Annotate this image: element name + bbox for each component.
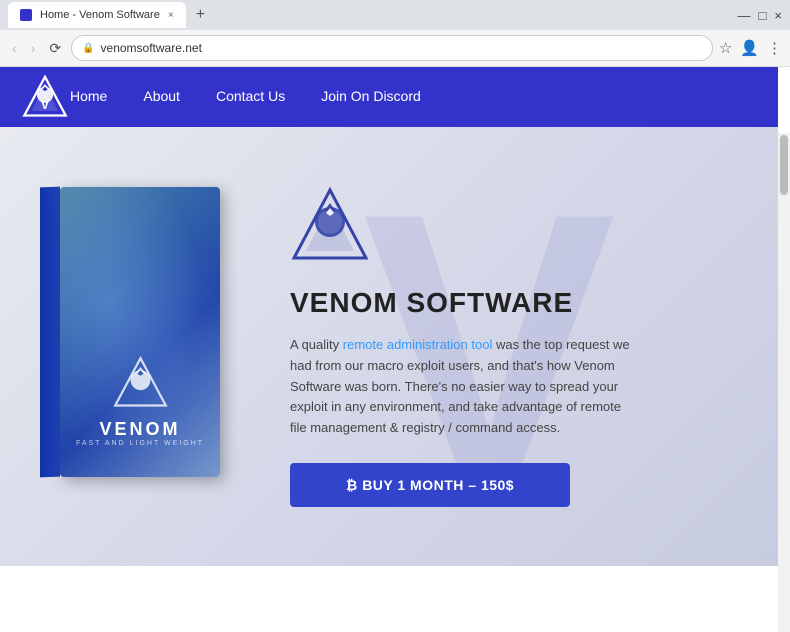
tab-favicon <box>20 9 32 21</box>
rat-link[interactable]: remote administration tool <box>343 337 493 352</box>
forward-button[interactable]: › <box>27 38 40 58</box>
website-content: V Home About Contact Us Join On Discord … <box>0 67 778 566</box>
bookmark-icon[interactable]: ☆ <box>719 39 732 57</box>
scrollbar[interactable] <box>778 133 790 632</box>
site-logo: V <box>20 75 70 120</box>
address-bar: ‹ › ⟳ 🔒 venomsoftware.net ☆ 👤 ⋮ <box>0 30 790 66</box>
nav-discord[interactable]: Join On Discord <box>321 88 421 104</box>
hero-description: A quality remote administration tool was… <box>290 335 630 439</box>
nav-contact[interactable]: Contact Us <box>216 88 285 104</box>
box-title: VENOM <box>99 419 180 440</box>
minimize-button[interactable]: — <box>738 8 751 23</box>
product-box: VENOM FAST AND LIGHT WEIGHT <box>40 187 240 507</box>
close-button[interactable]: × <box>774 8 782 23</box>
browser-tab[interactable]: Home - Venom Software × <box>8 2 186 28</box>
account-icon[interactable]: 👤 <box>740 39 759 57</box>
box-main: VENOM FAST AND LIGHT WEIGHT <box>60 187 220 477</box>
back-button[interactable]: ‹ <box>8 38 21 58</box>
tab-title: Home - Venom Software <box>40 9 160 21</box>
lock-icon: 🔒 <box>82 43 94 54</box>
box-logo: VENOM FAST AND LIGHT WEIGHT <box>76 356 204 447</box>
menu-icon[interactable]: ⋮ <box>767 39 782 57</box>
hero-content: VENOM SOFTWARE A quality remote administ… <box>280 186 748 507</box>
refresh-button[interactable]: ⟳ <box>45 38 65 59</box>
nav-about[interactable]: About <box>143 88 180 104</box>
window-controls: — □ × <box>738 8 782 23</box>
desc-before: A quality <box>290 337 343 352</box>
box-spine <box>40 186 60 477</box>
address-bar-actions: ☆ 👤 ⋮ <box>719 39 782 57</box>
maximize-button[interactable]: □ <box>759 8 767 23</box>
title-bar: Home - Venom Software × + — □ × <box>0 0 790 30</box>
new-tab-button[interactable]: + <box>192 6 209 24</box>
tab-close-button[interactable]: × <box>168 10 174 21</box>
hero-title: VENOM SOFTWARE <box>290 287 748 319</box>
box-subtitle: FAST AND LIGHT WEIGHT <box>76 440 204 447</box>
nav-links: Home About Contact Us Join On Discord <box>70 88 421 106</box>
scrollbar-thumb[interactable] <box>780 135 788 195</box>
nav-home[interactable]: Home <box>70 88 107 104</box>
url-bar[interactable]: 🔒 venomsoftware.net <box>71 35 713 61</box>
site-navbar: V Home About Contact Us Join On Discord <box>0 67 778 127</box>
hero-section: 🔍 V VENOM <box>0 127 778 566</box>
url-text: venomsoftware.net <box>101 41 702 55</box>
buy-button[interactable]: ₿ BUY 1 MONTH – 150$ <box>290 463 570 507</box>
